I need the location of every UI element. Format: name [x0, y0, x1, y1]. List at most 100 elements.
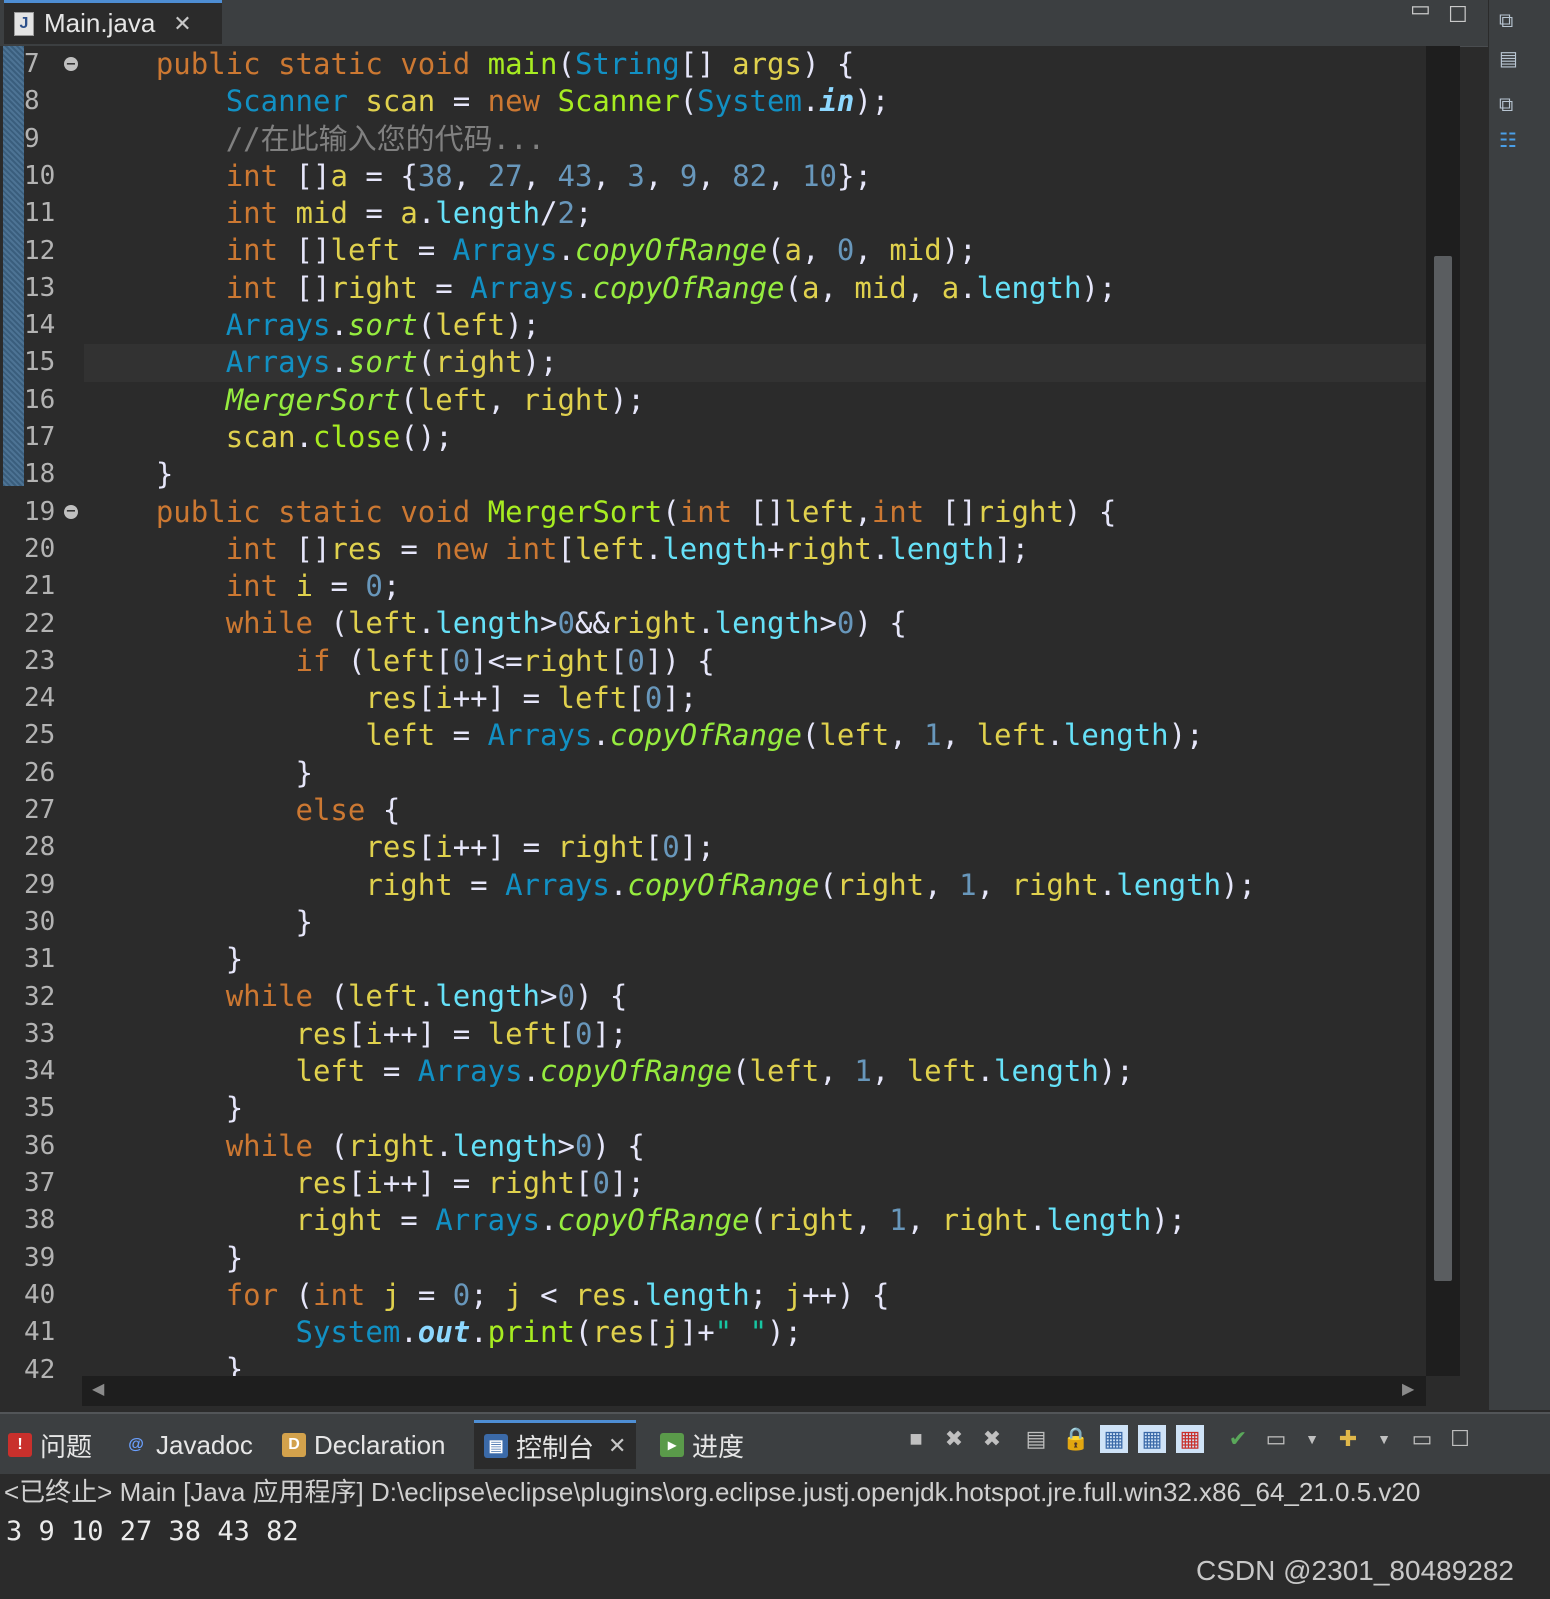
line-number: 8	[24, 86, 40, 117]
remove-all-icon[interactable]: ✖	[978, 1425, 1006, 1453]
javadoc-icon: @	[128, 1436, 144, 1453]
show-stderr-icon[interactable]: ▦	[1176, 1425, 1204, 1453]
code-line[interactable]: res[i++] = left[0];	[86, 680, 1426, 717]
line-number: 7	[24, 49, 40, 79]
code-line[interactable]: scan.close();	[86, 419, 1426, 456]
line-number: 25	[24, 720, 56, 751]
clear-console-icon[interactable]: ▤	[1022, 1425, 1050, 1453]
chevron-down-icon[interactable]: ▼	[1298, 1425, 1326, 1453]
code-line[interactable]: int []right = Arrays.copyOfRange(a, mid,…	[86, 270, 1426, 307]
code-line[interactable]: while (left.length>0&&right.length>0) {	[86, 605, 1426, 642]
code-line[interactable]: public static void MergerSort(int []left…	[86, 494, 1426, 531]
scroll-left-icon[interactable]: ◀	[92, 1379, 104, 1399]
code-line[interactable]: }	[86, 904, 1426, 941]
code-line[interactable]: }	[86, 1240, 1426, 1277]
tab-problems[interactable]: ! 问题	[8, 1422, 92, 1468]
code-line[interactable]: int []a = {38, 27, 43, 3, 9, 82, 10};	[86, 158, 1426, 195]
editor-tab-bar: J Main.java ✕ ▭ ☐	[0, 0, 1516, 47]
editor-tab-main-java[interactable]: J Main.java ✕	[4, 0, 222, 44]
code-editor[interactable]: 7−8 9 10 11 12 13 14 15 16 17 18 19−20 21 22 23 24 25 26 2…	[0, 46, 1460, 1406]
code-line[interactable]: //在此输入您的代码...	[86, 121, 1426, 158]
code-line[interactable]: int i = 0;	[86, 568, 1426, 605]
restore-icon[interactable]: ⧉	[1499, 10, 1513, 33]
maximize-icon[interactable]: ☐	[1446, 1425, 1474, 1453]
code-line[interactable]: if (left[0]<=right[0]) {	[86, 643, 1426, 680]
code-line[interactable]: left = Arrays.copyOfRange(left, 1, left.…	[86, 717, 1426, 754]
progress-icon: ▸	[660, 1433, 684, 1457]
code-line[interactable]: right = Arrays.copyOfRange(right, 1, rig…	[86, 867, 1426, 904]
tab-console[interactable]: ▤ 控制台 ✕	[474, 1420, 637, 1469]
line-number: 24	[24, 683, 56, 714]
tab-declaration[interactable]: D Declaration	[282, 1422, 446, 1468]
fold-icon[interactable]: −	[64, 504, 78, 519]
horizontal-scrollbar[interactable]	[82, 1376, 1426, 1406]
word-wrap-icon[interactable]: ▦	[1100, 1425, 1128, 1453]
source-code[interactable]: public static void main(String[] args) {…	[86, 46, 1426, 1389]
code-line[interactable]: }	[86, 755, 1426, 792]
line-number: 20	[24, 533, 56, 564]
code-line[interactable]: public static void main(String[] args) {	[86, 46, 1426, 83]
line-number-gutter: 7−8 9 10 11 12 13 14 15 16 17 18 19−20 21 22 23 24 25 26 2…	[0, 46, 82, 1385]
line-number: 36	[24, 1130, 56, 1161]
editor-tab-label: Main.java	[44, 8, 156, 38]
tab-progress-label: 进度	[692, 1431, 745, 1462]
line-number: 38	[24, 1205, 56, 1236]
close-icon[interactable]: ✕	[608, 1433, 626, 1459]
chevron-down-icon[interactable]: ▼	[1370, 1425, 1398, 1453]
line-number: 14	[24, 310, 56, 341]
terminate-icon[interactable]: ■	[902, 1425, 930, 1453]
line-number: 39	[24, 1242, 56, 1273]
display-console-icon[interactable]: ▭	[1262, 1425, 1290, 1453]
fold-icon[interactable]: −	[64, 57, 78, 72]
new-console-icon[interactable]: ✚	[1334, 1425, 1362, 1453]
scroll-lock-icon[interactable]: 🔒	[1062, 1425, 1090, 1453]
code-line[interactable]: Arrays.sort(right);	[86, 344, 1426, 381]
code-line[interactable]: right = Arrays.copyOfRange(right, 1, rig…	[86, 1202, 1426, 1239]
code-line[interactable]: Scanner scan = new Scanner(System.in);	[86, 83, 1426, 120]
code-line[interactable]: int []left = Arrays.copyOfRange(a, 0, mi…	[86, 232, 1426, 269]
code-line[interactable]: }	[86, 456, 1426, 493]
code-line[interactable]: while (left.length>0) {	[86, 978, 1426, 1015]
tab-declaration-label: Declaration	[314, 1429, 446, 1460]
console-output[interactable]: 3 9 10 27 38 43 82	[0, 1512, 1496, 1552]
code-line[interactable]: else {	[86, 792, 1426, 829]
scroll-right-icon[interactable]: ▶	[1402, 1379, 1414, 1399]
code-line[interactable]: MergerSort(left, right);	[86, 382, 1426, 419]
minimize-icon[interactable]: ▭	[1408, 1425, 1436, 1453]
code-line[interactable]: Arrays.sort(left);	[86, 307, 1426, 344]
line-number: 18	[24, 459, 56, 490]
tab-javadoc[interactable]: @ Javadoc	[124, 1422, 253, 1468]
restore-icon[interactable]: ⧉	[1499, 94, 1513, 117]
maximize-icon[interactable]: ☐	[1448, 2, 1468, 28]
line-number: 23	[24, 645, 56, 676]
tab-problems-label: 问题	[40, 1431, 93, 1462]
line-number: 30	[24, 906, 56, 937]
pin-console-icon[interactable]: ✔	[1224, 1425, 1252, 1453]
task-list-icon[interactable]: ☷	[1499, 128, 1517, 153]
code-line[interactable]: res[i++] = right[0];	[86, 829, 1426, 866]
code-line[interactable]: System.out.print(res[j]+" ");	[86, 1314, 1426, 1351]
vertical-scrollbar-thumb[interactable]	[1434, 256, 1452, 1281]
line-number: 15	[24, 347, 56, 378]
code-line[interactable]: int mid = a.length/2;	[86, 195, 1426, 232]
code-line[interactable]: }	[86, 941, 1426, 978]
tab-progress[interactable]: ▸ 进度	[660, 1422, 744, 1468]
code-line[interactable]: res[i++] = right[0];	[86, 1165, 1426, 1202]
code-line[interactable]: left = Arrays.copyOfRange(left, 1, left.…	[86, 1053, 1426, 1090]
remove-launch-icon[interactable]: ✖	[940, 1425, 968, 1453]
code-line[interactable]: for (int j = 0; j < res.length; j++) {	[86, 1277, 1426, 1314]
line-number: 32	[24, 981, 56, 1012]
code-line[interactable]: res[i++] = left[0];	[86, 1016, 1426, 1053]
code-line[interactable]: while (right.length>0) {	[86, 1128, 1426, 1165]
code-line[interactable]: }	[86, 1090, 1426, 1127]
close-icon[interactable]: ✕	[173, 11, 191, 37]
show-stdout-icon[interactable]: ▦	[1138, 1425, 1166, 1453]
minimize-icon[interactable]: ▭	[1410, 0, 1431, 22]
line-number: 11	[24, 198, 56, 229]
line-number: 40	[24, 1279, 56, 1310]
code-line[interactable]: int []res = new int[left.length+right.le…	[86, 531, 1426, 568]
java-file-icon: J	[14, 11, 34, 36]
line-number: 16	[24, 384, 56, 415]
outline-icon[interactable]: ▤	[1499, 46, 1518, 71]
line-number: 21	[24, 571, 56, 602]
